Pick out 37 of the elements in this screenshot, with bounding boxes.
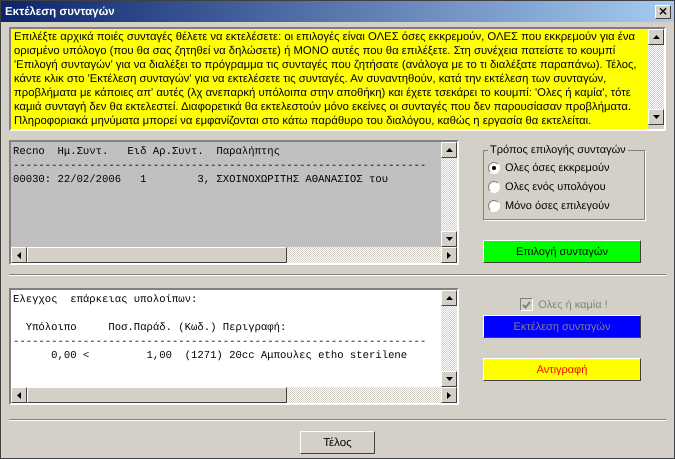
radio-label[interactable]: Μόνο όσες επιλεγούν	[505, 200, 610, 212]
log-line: 0,00 < 1,00 (1271) 20cc Αμπουλες etho sterilene	[50, 349, 408, 363]
list-line: -----------------------------------------------------------------	[13, 159, 428, 173]
horizontal-scrollbar[interactable]	[11, 387, 457, 403]
scroll-left-icon[interactable]	[11, 247, 27, 263]
scroll-up-icon[interactable]	[648, 29, 664, 45]
scroll-down-icon[interactable]	[441, 371, 457, 387]
vertical-scrollbar[interactable]	[441, 290, 457, 387]
scroll-down-icon[interactable]	[441, 231, 457, 247]
radio-label[interactable]: Ολες όσες εκκρεμούν	[505, 162, 610, 174]
scroll-up-icon[interactable]	[441, 290, 457, 306]
log-line: -----------------------------------------------------------------	[13, 335, 428, 349]
scroll-left-icon[interactable]	[11, 387, 27, 403]
radio-button[interactable]	[488, 162, 500, 174]
vertical-scrollbar[interactable]	[441, 142, 457, 247]
radio-label[interactable]: Ολες ενός υπολόγου	[505, 180, 606, 192]
action-button[interactable]: Επιλογή συνταγών	[483, 240, 641, 263]
vertical-scrollbar[interactable]	[648, 29, 664, 125]
log-title: Ελεγχος επάρκειας υπολοίπων:	[13, 293, 198, 307]
log-line: Υπόλοιπο Ποσ.Παράδ. (Κωδ.) Περιγραφή:	[24, 321, 288, 335]
list-line: Recno Ημ.Συντ. Ειδ Αρ.Συντ. Παραλήπτης	[13, 145, 282, 159]
close-dialog-button[interactable]: Τέλος	[300, 431, 375, 454]
window-title: Εκτέλεση συνταγών	[5, 6, 115, 18]
close-button[interactable]: ×	[655, 4, 671, 18]
scroll-right-icon[interactable]	[441, 247, 457, 263]
scroll-right-icon[interactable]	[441, 387, 457, 403]
scroll-thumb[interactable]	[27, 247, 287, 263]
list-line: 00030: 22/02/2006 1 3, ΣΧΟΙΝΟΧΩΡΙΤΗΣ ΑΘΑΝΑΣΙΟΣ του	[13, 173, 390, 187]
scroll-thumb[interactable]	[27, 387, 287, 403]
instructions-text: Επιλέξτε αρχικά ποιές συνταγές θέλετε να εκτελέσετε: οι επιλογές είναι ΟΛΕΣ όσες εκκρεμούν, ΟΛΕΣ που εκκρεμούν για ένα ορισμένο υπόλογο (που θα σας ζητηθεί να δηλώσετε) ή ΜΟΝΟ αυτές που θα επιλέξετε. Στη συνέχεια πατείστε το κουμπί 'Επιλογή συνταγών' για να διαλέξει το πρόγραμμα τις συνταγές που ζητήσατε (ανάλογα με το τι διαλέξατε παραπάνω). Τέλος, κάντε κλικ στο 'Εκτέλεση συνταγών' για να εκτελέσετε τις συνταγές. Αν συναντηθούν, κατά την εκτέλεση των συνταγών, προβλήματα με κάποιες απ' αυτές (λχ ανεπαρκή υπόλοιπα στην αποθήκη) και έχετε τσεκάρει το κουμπί: 'Ολες ή καμία', τότε καμιά συνταγή δεν θα εκτελεστεί. Διαφορετικά θα εκτελεστούν μόνο εκείνες οι συνταγές που δεν παρουσίασαν προβλήματα. Πληροφοριακά μηνύματα μπορεί να εμφανίζονται στο κάτω παράθυρο του διαλόγου, καθώς η εργασία θα εκτελείται.	[11, 29, 648, 129]
horizontal-scrollbar[interactable]	[11, 247, 457, 263]
radio-button[interactable]	[488, 200, 500, 212]
action-button[interactable]: Αντιγραφή	[483, 358, 641, 381]
radio-button[interactable]	[488, 180, 500, 192]
scroll-down-icon[interactable]	[648, 109, 664, 125]
group-title: Τρόπος επιλογής συνταγών	[489, 144, 627, 156]
scroll-up-icon[interactable]	[441, 142, 457, 158]
